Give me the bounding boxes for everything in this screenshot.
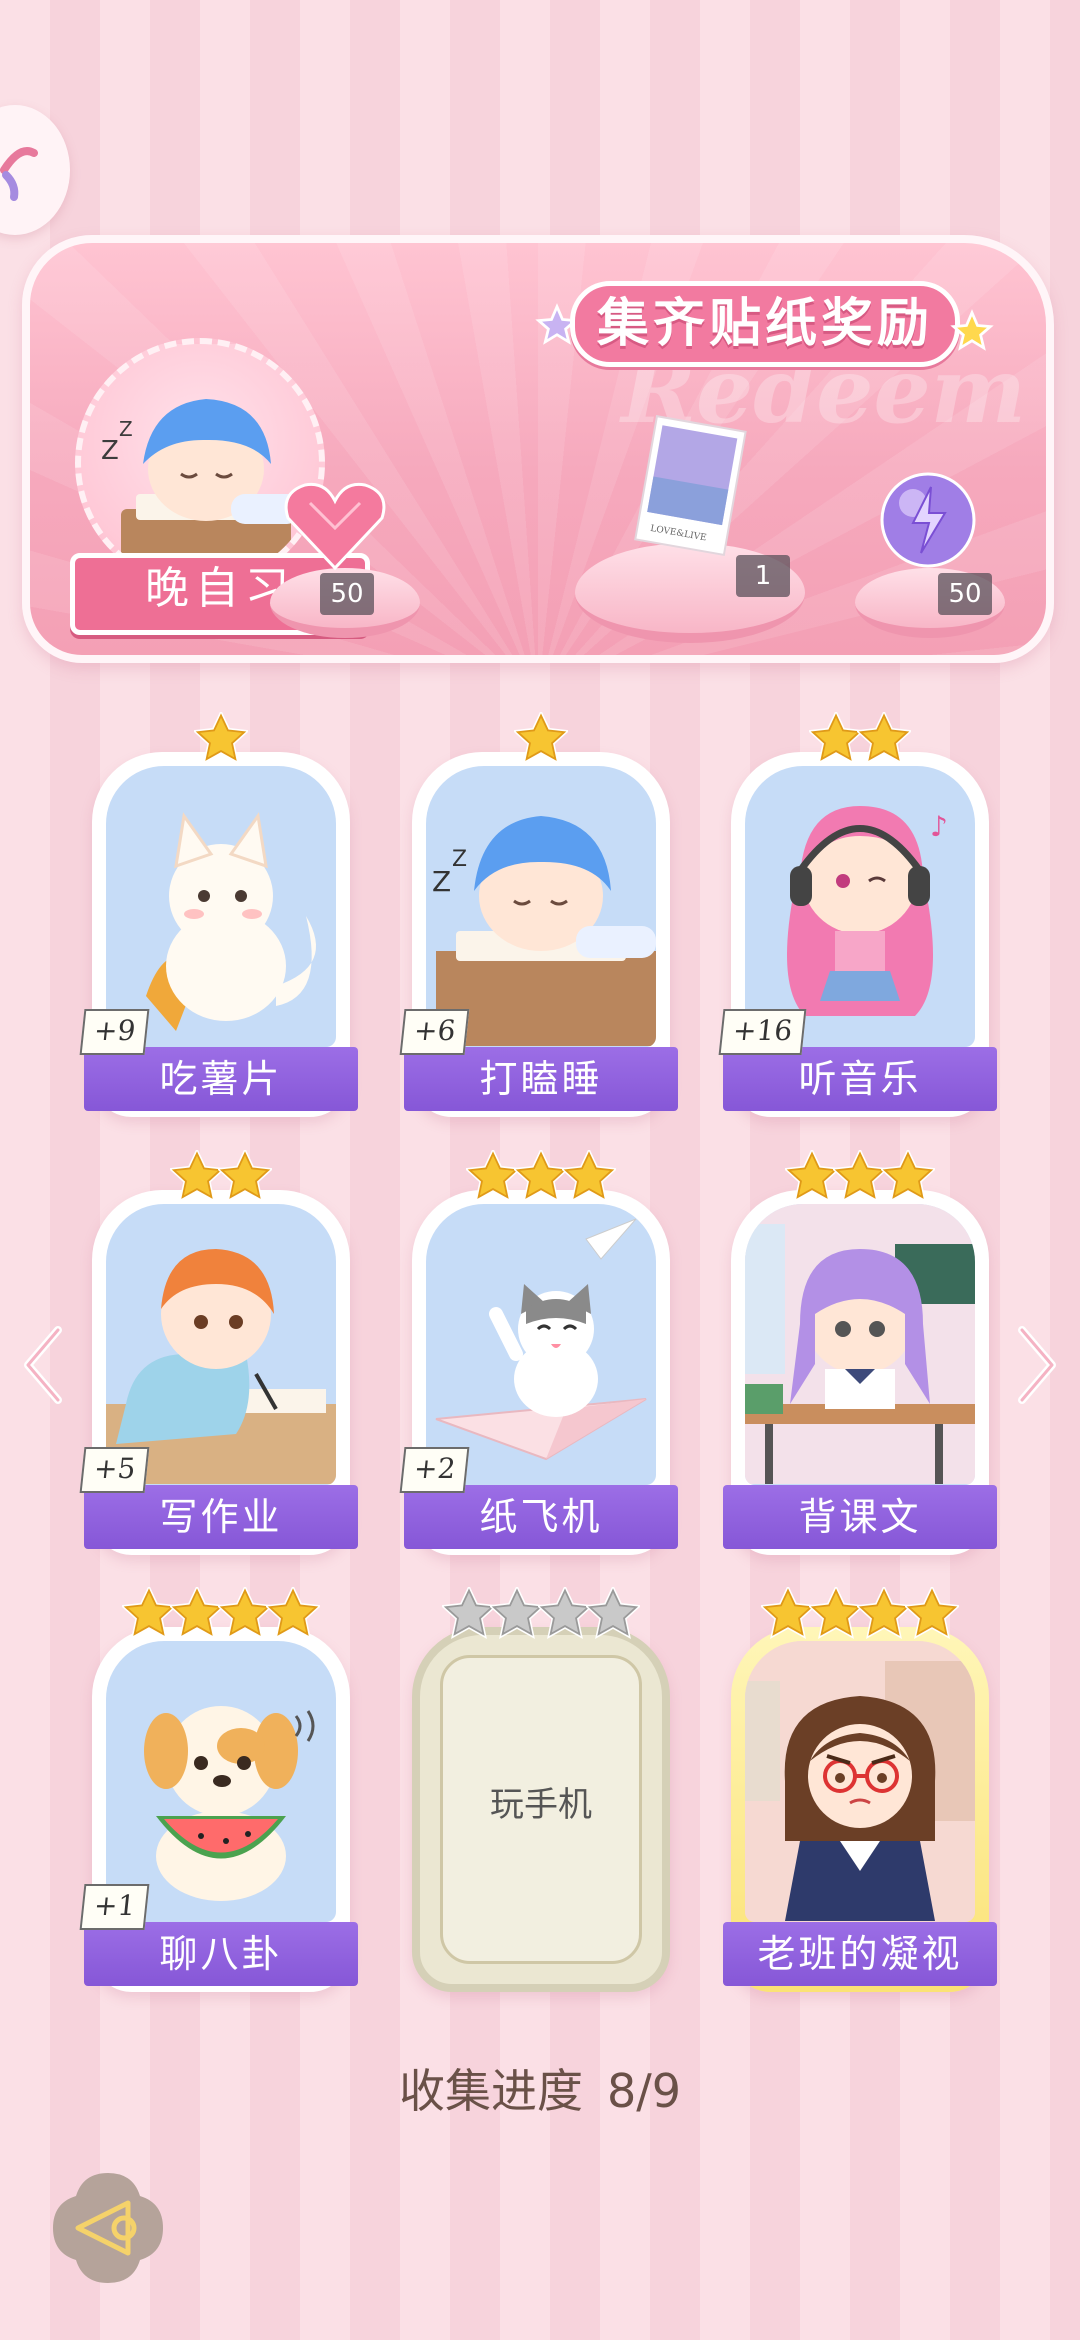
sticker-card[interactable]: 背课文 — [723, 1150, 997, 1555]
prev-page-arrow-icon[interactable] — [18, 1320, 68, 1410]
star-rating — [731, 1150, 989, 1202]
star-icon — [490, 1587, 544, 1639]
star-icon — [809, 1587, 863, 1639]
pinwheel-icon — [0, 147, 38, 201]
star-icon — [218, 1587, 272, 1639]
star-icon — [761, 1587, 815, 1639]
star-deco-icon — [950, 309, 994, 351]
cat-on-paper-plane-icon — [435, 1218, 647, 1461]
boy-writing-homework-icon — [106, 1249, 336, 1484]
sticker-art — [106, 766, 336, 1047]
star-icon — [857, 712, 911, 764]
star-icon — [122, 1587, 176, 1639]
puppy-eating-watermelon-icon — [144, 1706, 315, 1901]
star-icon — [538, 1587, 592, 1639]
white-fox-eating-chips-icon — [146, 812, 316, 1031]
sticker-card[interactable]: ♪ 听音乐 +16 — [718, 712, 997, 1117]
menu-corner-button[interactable] — [0, 105, 70, 235]
star-rating — [412, 1150, 670, 1202]
svg-text:Z: Z — [101, 436, 119, 466]
sticker-card[interactable]: 老班的凝视 — [723, 1587, 997, 1992]
sticker-name: 老班的凝视 — [723, 1922, 997, 1986]
sticker-card[interactable]: 聊八卦 +1 — [79, 1587, 358, 1992]
svg-text:Z: Z — [452, 847, 467, 872]
star-icon — [466, 1150, 520, 1202]
star-icon — [266, 1587, 320, 1639]
star-icon — [833, 1150, 887, 1202]
star-icon — [562, 1150, 616, 1202]
back-button[interactable] — [48, 2168, 168, 2288]
star-icon — [194, 712, 248, 764]
star-rating — [731, 712, 989, 764]
sticker-card[interactable]: 吃薯片 +9 — [79, 712, 358, 1117]
star-icon — [809, 712, 863, 764]
duplicate-count-badge: +2 — [399, 1447, 470, 1493]
star-icon — [905, 1587, 959, 1639]
sticker-art — [426, 1204, 656, 1485]
photo-card-icon[interactable]: LOVE&LIVE — [630, 413, 750, 563]
sticker-name: 写作业 — [84, 1485, 358, 1549]
sticker-name: 纸飞机 — [404, 1485, 678, 1549]
progress-label: 收集进度 — [398, 2064, 583, 2118]
star-icon — [170, 1587, 224, 1639]
star-icon — [586, 1587, 640, 1639]
star-icon — [514, 712, 568, 764]
sticker-name: 吃薯片 — [84, 1047, 358, 1111]
sticker-art — [106, 1641, 336, 1922]
sticker-card[interactable]: 纸飞机 +2 — [399, 1150, 678, 1555]
sticker-art: ♪ — [745, 766, 975, 1047]
girl-with-headphones-icon: ♪ — [787, 806, 948, 1016]
duplicate-count-badge: +6 — [399, 1009, 470, 1055]
pink-heart-gem-icon[interactable] — [280, 473, 390, 573]
duplicate-count-badge: +5 — [79, 1447, 150, 1493]
star-rating — [92, 712, 350, 764]
star-icon — [218, 1150, 272, 1202]
sticker-name: 听音乐 — [723, 1047, 997, 1111]
svg-text:Z: Z — [432, 865, 451, 898]
sticker-name: 背课文 — [723, 1485, 997, 1549]
next-page-arrow-icon[interactable] — [1012, 1320, 1062, 1410]
svg-text:♪: ♪ — [930, 810, 948, 843]
sticker-card[interactable]: 写作业 +5 — [79, 1150, 358, 1555]
reward-count: 50 — [320, 573, 374, 615]
star-rating — [731, 1587, 989, 1639]
sticker-art — [745, 1204, 975, 1485]
sticker-art — [106, 1204, 336, 1485]
star-rating — [412, 1587, 670, 1639]
collection-progress: 收集进度 8/9 — [0, 2055, 1080, 2121]
sticker-card[interactable]: Z Z 打瞌睡 +6 — [399, 712, 678, 1117]
star-icon — [785, 1150, 839, 1202]
sticker-art — [745, 1641, 975, 1922]
svg-text:Z: Z — [119, 417, 133, 441]
girl-in-classroom-icon — [745, 1204, 975, 1484]
reward-banner: Redeem 集齐贴纸奖励 Z Z 晚自习 50 LOVE&LIVE 1 50 — [22, 235, 1054, 663]
sticker-name: 玩手机 — [490, 1785, 592, 1825]
star-rating — [412, 712, 670, 764]
duplicate-count-badge: +9 — [79, 1009, 150, 1055]
sticker-art: Z Z — [426, 766, 656, 1047]
teacher-glare-icon — [745, 1641, 975, 1921]
star-icon — [514, 1150, 568, 1202]
duplicate-count-badge: +1 — [79, 1884, 150, 1930]
progress-value: 8/9 — [606, 2064, 682, 2118]
reward-count: 1 — [736, 555, 790, 597]
sticker-name: 打瞌睡 — [404, 1047, 678, 1111]
star-rating — [92, 1150, 350, 1202]
star-icon — [857, 1587, 911, 1639]
duplicate-count-badge: +16 — [718, 1009, 807, 1055]
star-rating — [92, 1587, 350, 1639]
boy-sleeping-on-desk-icon: Z Z — [432, 816, 656, 1046]
reward-count: 50 — [938, 573, 992, 615]
sticker-card[interactable]: 玩手机 — [412, 1587, 670, 1992]
banner-title: 集齐贴纸奖励 — [570, 281, 961, 367]
purple-energy-orb-icon[interactable] — [873, 465, 983, 575]
sticker-name: 聊八卦 — [84, 1922, 358, 1986]
star-icon — [881, 1150, 935, 1202]
star-icon — [442, 1587, 496, 1639]
star-icon — [170, 1150, 224, 1202]
